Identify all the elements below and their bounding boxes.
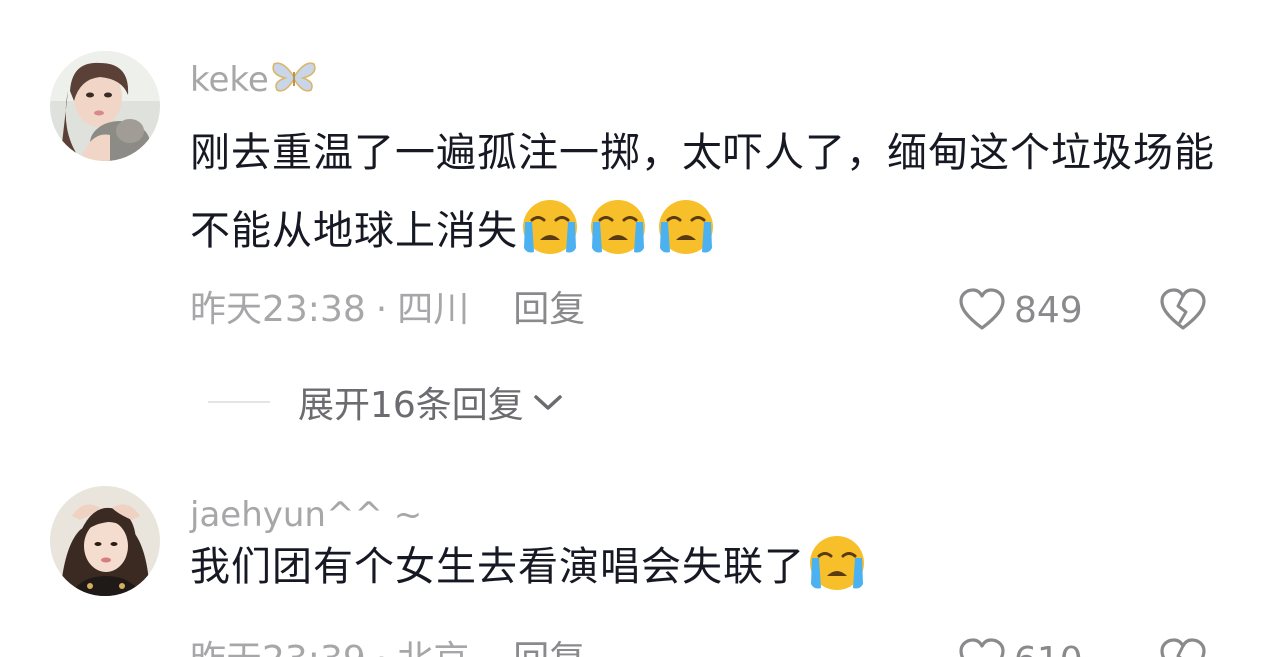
heart-icon bbox=[959, 638, 1005, 657]
divider-line bbox=[208, 401, 270, 403]
comment-time: 昨天23:38 bbox=[190, 289, 366, 330]
butterfly-icon bbox=[271, 60, 317, 103]
comment-item: keke 刚去重温了一遍孤注一掷，太吓人了，缅甸这个垃圾场能不能从地球上消失 昨… bbox=[0, 0, 1267, 480]
reply-button[interactable]: 回复 bbox=[513, 639, 585, 657]
reply-button[interactable]: 回复 bbox=[513, 289, 585, 330]
username[interactable]: keke bbox=[190, 60, 317, 103]
like-count: 610 bbox=[1014, 640, 1083, 657]
like-count: 849 bbox=[1014, 289, 1083, 331]
like-button[interactable]: 610 bbox=[958, 638, 1083, 657]
loudly-crying-face-icon bbox=[805, 534, 869, 592]
comment-location: 北京 bbox=[397, 639, 469, 657]
loudly-crying-face-icon bbox=[586, 198, 650, 256]
dislike-button[interactable] bbox=[1158, 288, 1208, 332]
broken-heart-icon bbox=[1160, 288, 1206, 330]
avatar[interactable] bbox=[50, 486, 160, 596]
chevron-down-icon bbox=[534, 395, 562, 410]
meta-separator: · bbox=[375, 289, 388, 330]
broken-heart-icon bbox=[1160, 638, 1206, 657]
dislike-button[interactable] bbox=[1158, 638, 1208, 657]
expand-replies-label: 展开16条回复 bbox=[298, 385, 524, 426]
loudly-crying-face-icon bbox=[654, 198, 718, 256]
comment-text: 我们团有个女生去看演唱会失联了 bbox=[190, 528, 1220, 606]
comment-item: jaehyun^^ ~ 我们团有个女生去看演唱会失联了 昨天23:39·北京回复… bbox=[0, 480, 1267, 657]
comment-list: keke 刚去重温了一遍孤注一掷，太吓人了，缅甸这个垃圾场能不能从地球上消失 昨… bbox=[0, 0, 1267, 657]
comment-meta: 昨天23:39 · 北京 回复 bbox=[190, 638, 585, 657]
heart-icon bbox=[959, 288, 1005, 330]
loudly-crying-face-icon bbox=[518, 198, 582, 256]
meta-separator: · bbox=[376, 639, 387, 657]
comment-time: 昨天23:39 bbox=[190, 639, 366, 657]
comment-meta: 昨天23:38 · 四川 回复 bbox=[190, 288, 585, 332]
like-button[interactable]: 849 bbox=[958, 288, 1083, 332]
comment-text: 刚去重温了一遍孤注一掷，太吓人了，缅甸这个垃圾场能不能从地球上消失 bbox=[190, 130, 1215, 256]
expand-replies-button[interactable]: 展开16条回复 bbox=[208, 380, 564, 426]
avatar[interactable] bbox=[50, 51, 160, 161]
comment-location: 四川 bbox=[397, 289, 470, 330]
